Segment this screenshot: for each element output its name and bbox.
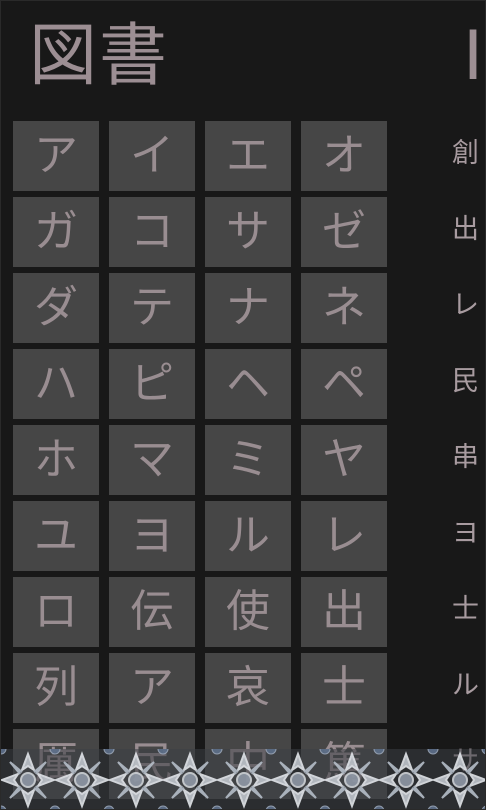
list-item[interactable]: 出 [452, 197, 485, 273]
index-tile[interactable]: イ [109, 121, 195, 191]
list-item[interactable]: 串 [452, 425, 485, 501]
index-tile[interactable]: ヘ [205, 349, 291, 419]
index-tile[interactable]: ゼ [301, 197, 387, 267]
index-tile[interactable]: テ [109, 273, 195, 343]
index-tile-grid: ア イ エ オ ガ コ サ ゼ ダ テ ナ ネ ハ ピ ヘ ペ ホ マ ミ ヤ … [13, 121, 387, 799]
side-list: 創 出 レ 民 串 ヨ 士 ル サ [452, 121, 485, 805]
index-tile[interactable]: ル [205, 501, 291, 571]
index-tile[interactable]: 篤 [301, 729, 387, 799]
index-tile[interactable]: ア [13, 121, 99, 191]
list-item[interactable]: サ [452, 729, 485, 805]
list-item[interactable]: レ [452, 273, 485, 349]
next-section-title[interactable]: IF [463, 17, 485, 97]
index-tile[interactable]: 伝 [109, 577, 195, 647]
index-tile[interactable]: 出 [301, 577, 387, 647]
index-tile[interactable]: オ [301, 121, 387, 191]
index-tile[interactable]: ロ [13, 577, 99, 647]
index-tile[interactable]: ハ [13, 349, 99, 419]
index-tile[interactable]: ア [109, 653, 195, 723]
index-tile[interactable]: マ [109, 425, 195, 495]
index-tile[interactable]: 使 [205, 577, 291, 647]
app-window: 図書 IF ア イ エ オ ガ コ サ ゼ ダ テ ナ ネ ハ ピ ヘ ペ ホ … [0, 0, 486, 810]
index-tile[interactable]: 哀 [205, 653, 291, 723]
index-tile[interactable]: 列 [13, 653, 99, 723]
index-tile[interactable]: ダ [13, 273, 99, 343]
index-tile[interactable]: ペ [301, 349, 387, 419]
index-tile[interactable]: エ [205, 121, 291, 191]
index-tile[interactable]: ユ [13, 501, 99, 571]
index-tile[interactable]: ホ [13, 425, 99, 495]
index-tile[interactable]: 民 [109, 729, 195, 799]
index-tile[interactable]: ヤ [301, 425, 387, 495]
index-tile[interactable]: ナ [205, 273, 291, 343]
index-tile[interactable]: 士 [301, 653, 387, 723]
index-tile[interactable]: ガ [13, 197, 99, 267]
index-tile[interactable]: サ [205, 197, 291, 267]
index-tile[interactable]: ミ [205, 425, 291, 495]
list-item[interactable]: 創 [452, 121, 485, 197]
index-tile[interactable]: コ [109, 197, 195, 267]
index-tile[interactable]: レ [301, 501, 387, 571]
list-item[interactable]: 民 [452, 349, 485, 425]
index-tile[interactable]: ネ [301, 273, 387, 343]
list-item[interactable]: 士 [452, 577, 485, 653]
page-title: 図書 [29, 17, 170, 96]
index-tile[interactable]: ピ [109, 349, 195, 419]
list-item[interactable]: ル [452, 653, 485, 729]
index-tile[interactable]: 厲 [13, 729, 99, 799]
list-item[interactable]: ヨ [452, 501, 485, 577]
index-tile[interactable]: 中 [205, 729, 291, 799]
index-tile[interactable]: ヨ [109, 501, 195, 571]
